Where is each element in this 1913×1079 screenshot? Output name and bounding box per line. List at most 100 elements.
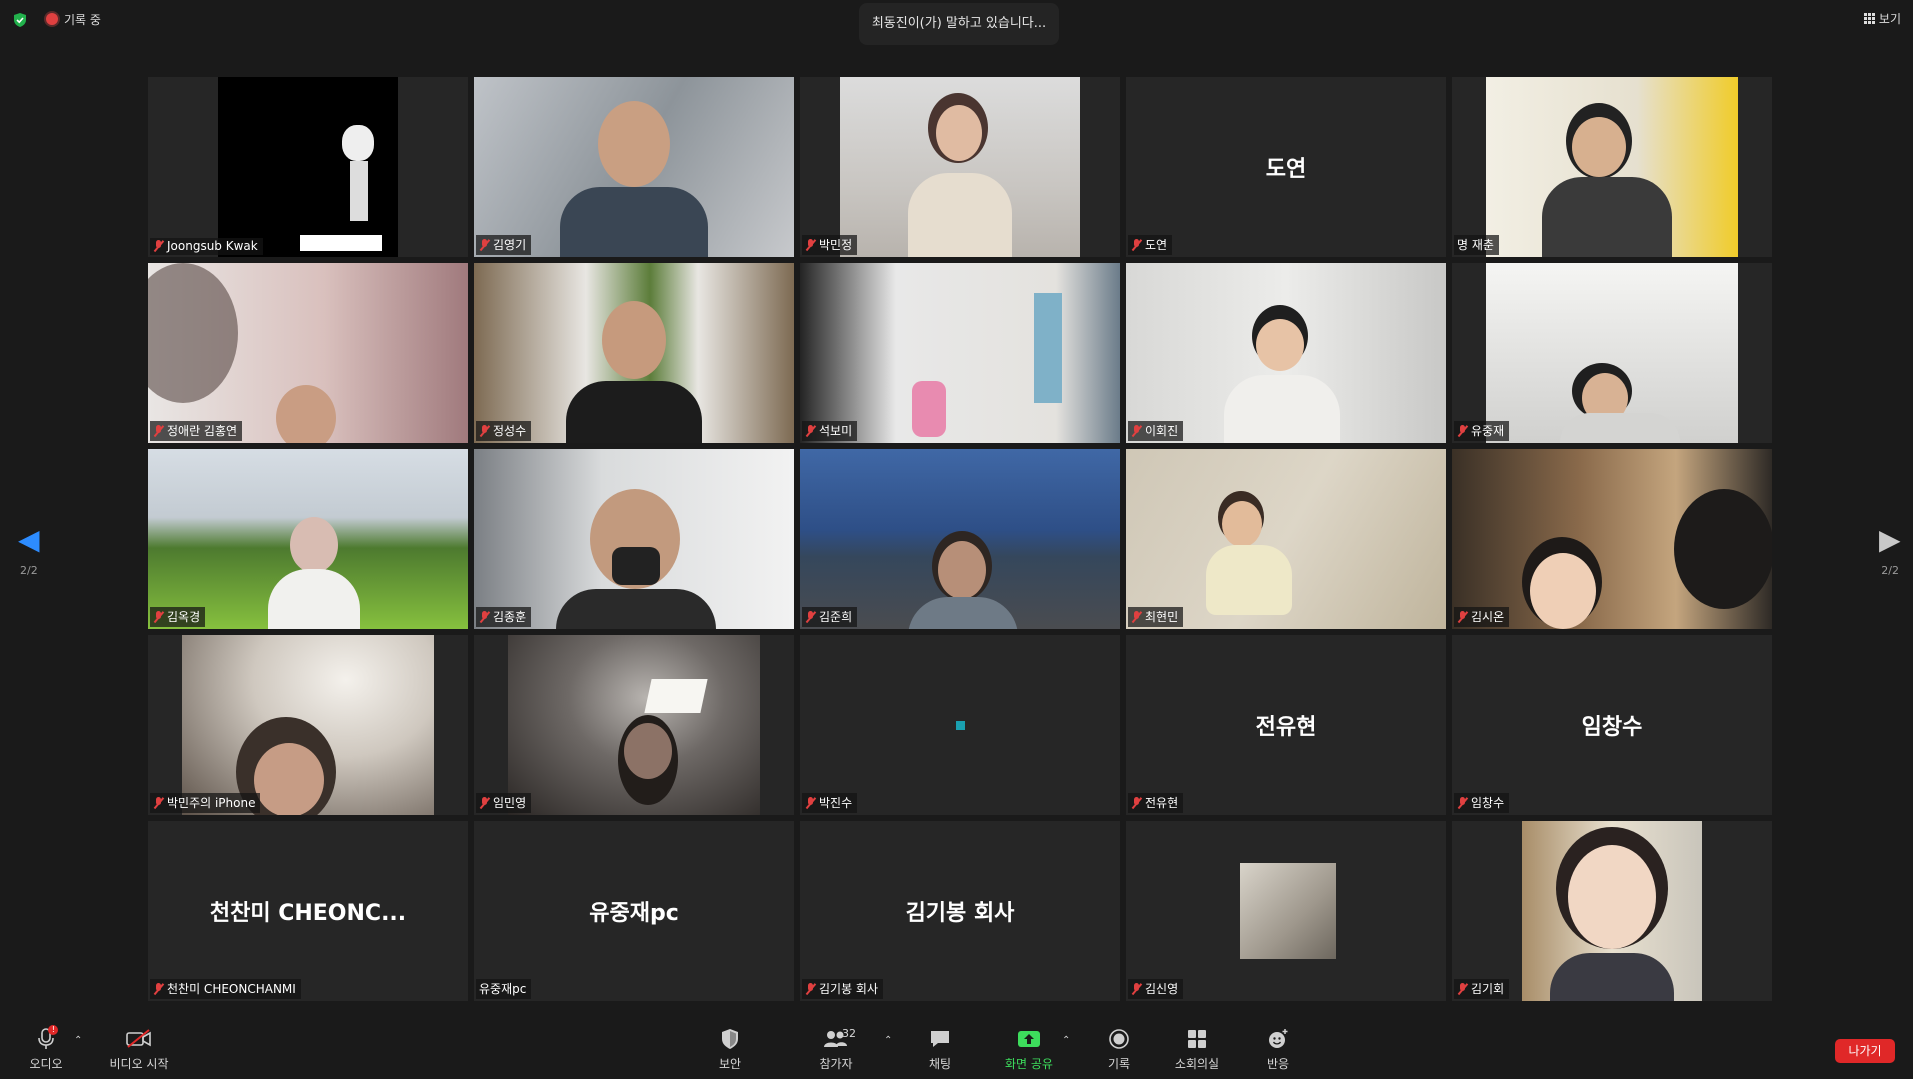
security-label: 보안 xyxy=(718,1057,742,1071)
participant-name-label: 임민영 xyxy=(476,793,532,813)
video-off-icon xyxy=(126,1029,151,1048)
muted-mic-icon xyxy=(153,424,164,437)
muted-mic-icon xyxy=(1131,238,1142,251)
participant-tile[interactable]: 정애란 김홍연 xyxy=(148,263,468,443)
muted-mic-icon xyxy=(1457,610,1468,623)
reactions-smiley-icon xyxy=(1269,1029,1288,1048)
participant-name-label: 박민정 xyxy=(802,235,858,255)
participant-tile[interactable]: 명 재춘 xyxy=(1452,77,1772,257)
participant-video xyxy=(1522,821,1702,1001)
participant-name-label: 김영기 xyxy=(476,235,532,255)
participant-name-label: 천찬미 CHEONCHANMI xyxy=(150,979,301,999)
participant-tile[interactable]: 박민주의 iPhone xyxy=(148,635,468,815)
participant-name-label: 김기봉 회사 xyxy=(802,979,884,999)
participant-tile[interactable]: 최현민 xyxy=(1126,449,1446,629)
participant-name-label: 김종훈 xyxy=(476,607,532,627)
participant-tile[interactable]: 박진수 xyxy=(800,635,1120,815)
muted-mic-icon xyxy=(479,238,490,251)
participant-video xyxy=(182,635,434,815)
muted-mic-icon xyxy=(153,982,164,995)
participant-display-name: 도연 xyxy=(1265,157,1307,182)
participant-video xyxy=(148,263,468,443)
participant-tile[interactable]: 김기회 xyxy=(1452,821,1772,1001)
participant-tile[interactable]: 이회진 xyxy=(1126,263,1446,443)
previous-page-arrow-icon[interactable]: ◀ xyxy=(18,523,40,556)
grid-view-icon xyxy=(1863,13,1875,24)
participant-tile[interactable]: 김종훈 xyxy=(474,449,794,629)
chat-icon xyxy=(931,1031,949,1047)
reactions-button[interactable]: 반응 xyxy=(1262,1027,1294,1072)
participant-tile[interactable]: 임민영 xyxy=(474,635,794,815)
participants-button[interactable]: 32 참가자 xyxy=(812,1027,860,1072)
participant-video xyxy=(800,449,1120,629)
participant-display-name: 천찬미 CHEONC... xyxy=(209,901,407,926)
view-button[interactable]: 보기 xyxy=(1863,10,1901,27)
participant-video xyxy=(474,263,794,443)
muted-mic-icon xyxy=(1131,424,1142,437)
muted-mic-icon xyxy=(479,424,490,437)
encryption-shield-icon[interactable] xyxy=(12,12,28,28)
participant-name-label: 도연 xyxy=(1128,235,1173,255)
participant-tile[interactable]: 정성수 xyxy=(474,263,794,443)
participant-tile[interactable]: 전유현 전유현 xyxy=(1126,635,1446,815)
participant-name-label: 석보미 xyxy=(802,421,858,441)
participant-name-label: 전유현 xyxy=(1128,793,1184,813)
breakout-rooms-button[interactable]: 소회의실 xyxy=(1172,1027,1222,1072)
participant-tile[interactable]: 석보미 xyxy=(800,263,1120,443)
muted-mic-icon xyxy=(153,796,164,809)
muted-mic-icon xyxy=(153,610,164,623)
participant-tile[interactable]: 유중재pc 유중재pc xyxy=(474,821,794,1001)
muted-mic-icon xyxy=(153,240,164,252)
participant-tile[interactable]: 김신영 xyxy=(1126,821,1446,1001)
participant-name-label: 박민주의 iPhone xyxy=(150,793,261,813)
participant-tile[interactable]: 임창수 임창수 xyxy=(1452,635,1772,815)
participant-tile[interactable]: 유중재 xyxy=(1452,263,1772,443)
participant-video xyxy=(800,263,1120,443)
participants-options-caret-icon[interactable]: ⌃ xyxy=(884,1035,892,1046)
leave-meeting-button[interactable]: 나가기 xyxy=(1835,1039,1895,1063)
security-button[interactable]: 보안 xyxy=(714,1027,746,1072)
participant-tile[interactable]: 박민정 xyxy=(800,77,1120,257)
next-page-arrow-icon[interactable]: ▶ xyxy=(1879,523,1901,556)
page-indicator-left: 2/2 xyxy=(20,564,38,577)
breakout-rooms-label: 소회의실 xyxy=(1174,1057,1220,1071)
participant-tile[interactable]: 천찬미 CHEONC... 천찬미 CHEONCHANMI xyxy=(148,821,468,1001)
participant-video xyxy=(148,449,468,629)
participant-name-label: 임창수 xyxy=(1454,793,1510,813)
participant-tile[interactable]: 김기봉 회사 김기봉 회사 xyxy=(800,821,1120,1001)
participant-video xyxy=(1452,449,1772,629)
reactions-label: 반응 xyxy=(1266,1057,1290,1071)
participant-tile[interactable]: Joongsub Kwak xyxy=(148,77,468,257)
muted-mic-icon xyxy=(1131,610,1142,623)
share-options-caret-icon[interactable]: ⌃ xyxy=(1062,1035,1070,1046)
start-video-label: 비디오 시작 xyxy=(109,1057,169,1071)
muted-mic-icon xyxy=(1131,982,1142,995)
participant-tile[interactable]: 김시온 xyxy=(1452,449,1772,629)
recording-label: 기록 중 xyxy=(64,13,101,27)
participant-name-label: 김시온 xyxy=(1454,607,1510,627)
participant-tile[interactable]: 도연 도연 xyxy=(1126,77,1446,257)
share-screen-button[interactable]: 화면 공유 xyxy=(1000,1027,1058,1072)
participant-tile[interactable]: 김준희 xyxy=(800,449,1120,629)
participant-display-name: 임창수 xyxy=(1581,715,1643,740)
muted-mic-icon xyxy=(805,796,816,809)
participant-tile[interactable]: 김영기 xyxy=(474,77,794,257)
audio-button[interactable]: ! 오디오 xyxy=(26,1025,66,1072)
participant-video xyxy=(840,77,1080,257)
muted-mic-icon xyxy=(1457,982,1468,995)
participant-video xyxy=(1126,449,1446,629)
start-video-button[interactable]: 비디오 시작 xyxy=(104,1027,174,1072)
participant-name-label: 정성수 xyxy=(476,421,532,441)
muted-mic-icon xyxy=(479,610,490,623)
audio-label: 오디오 xyxy=(29,1057,63,1071)
top-bar: 기록 중 최동진이(가) 말하고 있습니다... 보기 xyxy=(0,0,1913,45)
participant-tile[interactable]: 김옥경 xyxy=(148,449,468,629)
breakout-rooms-icon xyxy=(1188,1030,1206,1048)
participant-display-name: 김기봉 회사 xyxy=(905,901,1015,926)
participant-name-label: 유중재 xyxy=(1454,421,1510,441)
record-button[interactable]: 기록 xyxy=(1104,1027,1134,1072)
profile-picture xyxy=(1240,863,1336,959)
chat-button[interactable]: 채팅 xyxy=(924,1027,956,1072)
muted-mic-icon xyxy=(805,982,816,995)
audio-options-caret-icon[interactable]: ⌃ xyxy=(74,1035,82,1046)
